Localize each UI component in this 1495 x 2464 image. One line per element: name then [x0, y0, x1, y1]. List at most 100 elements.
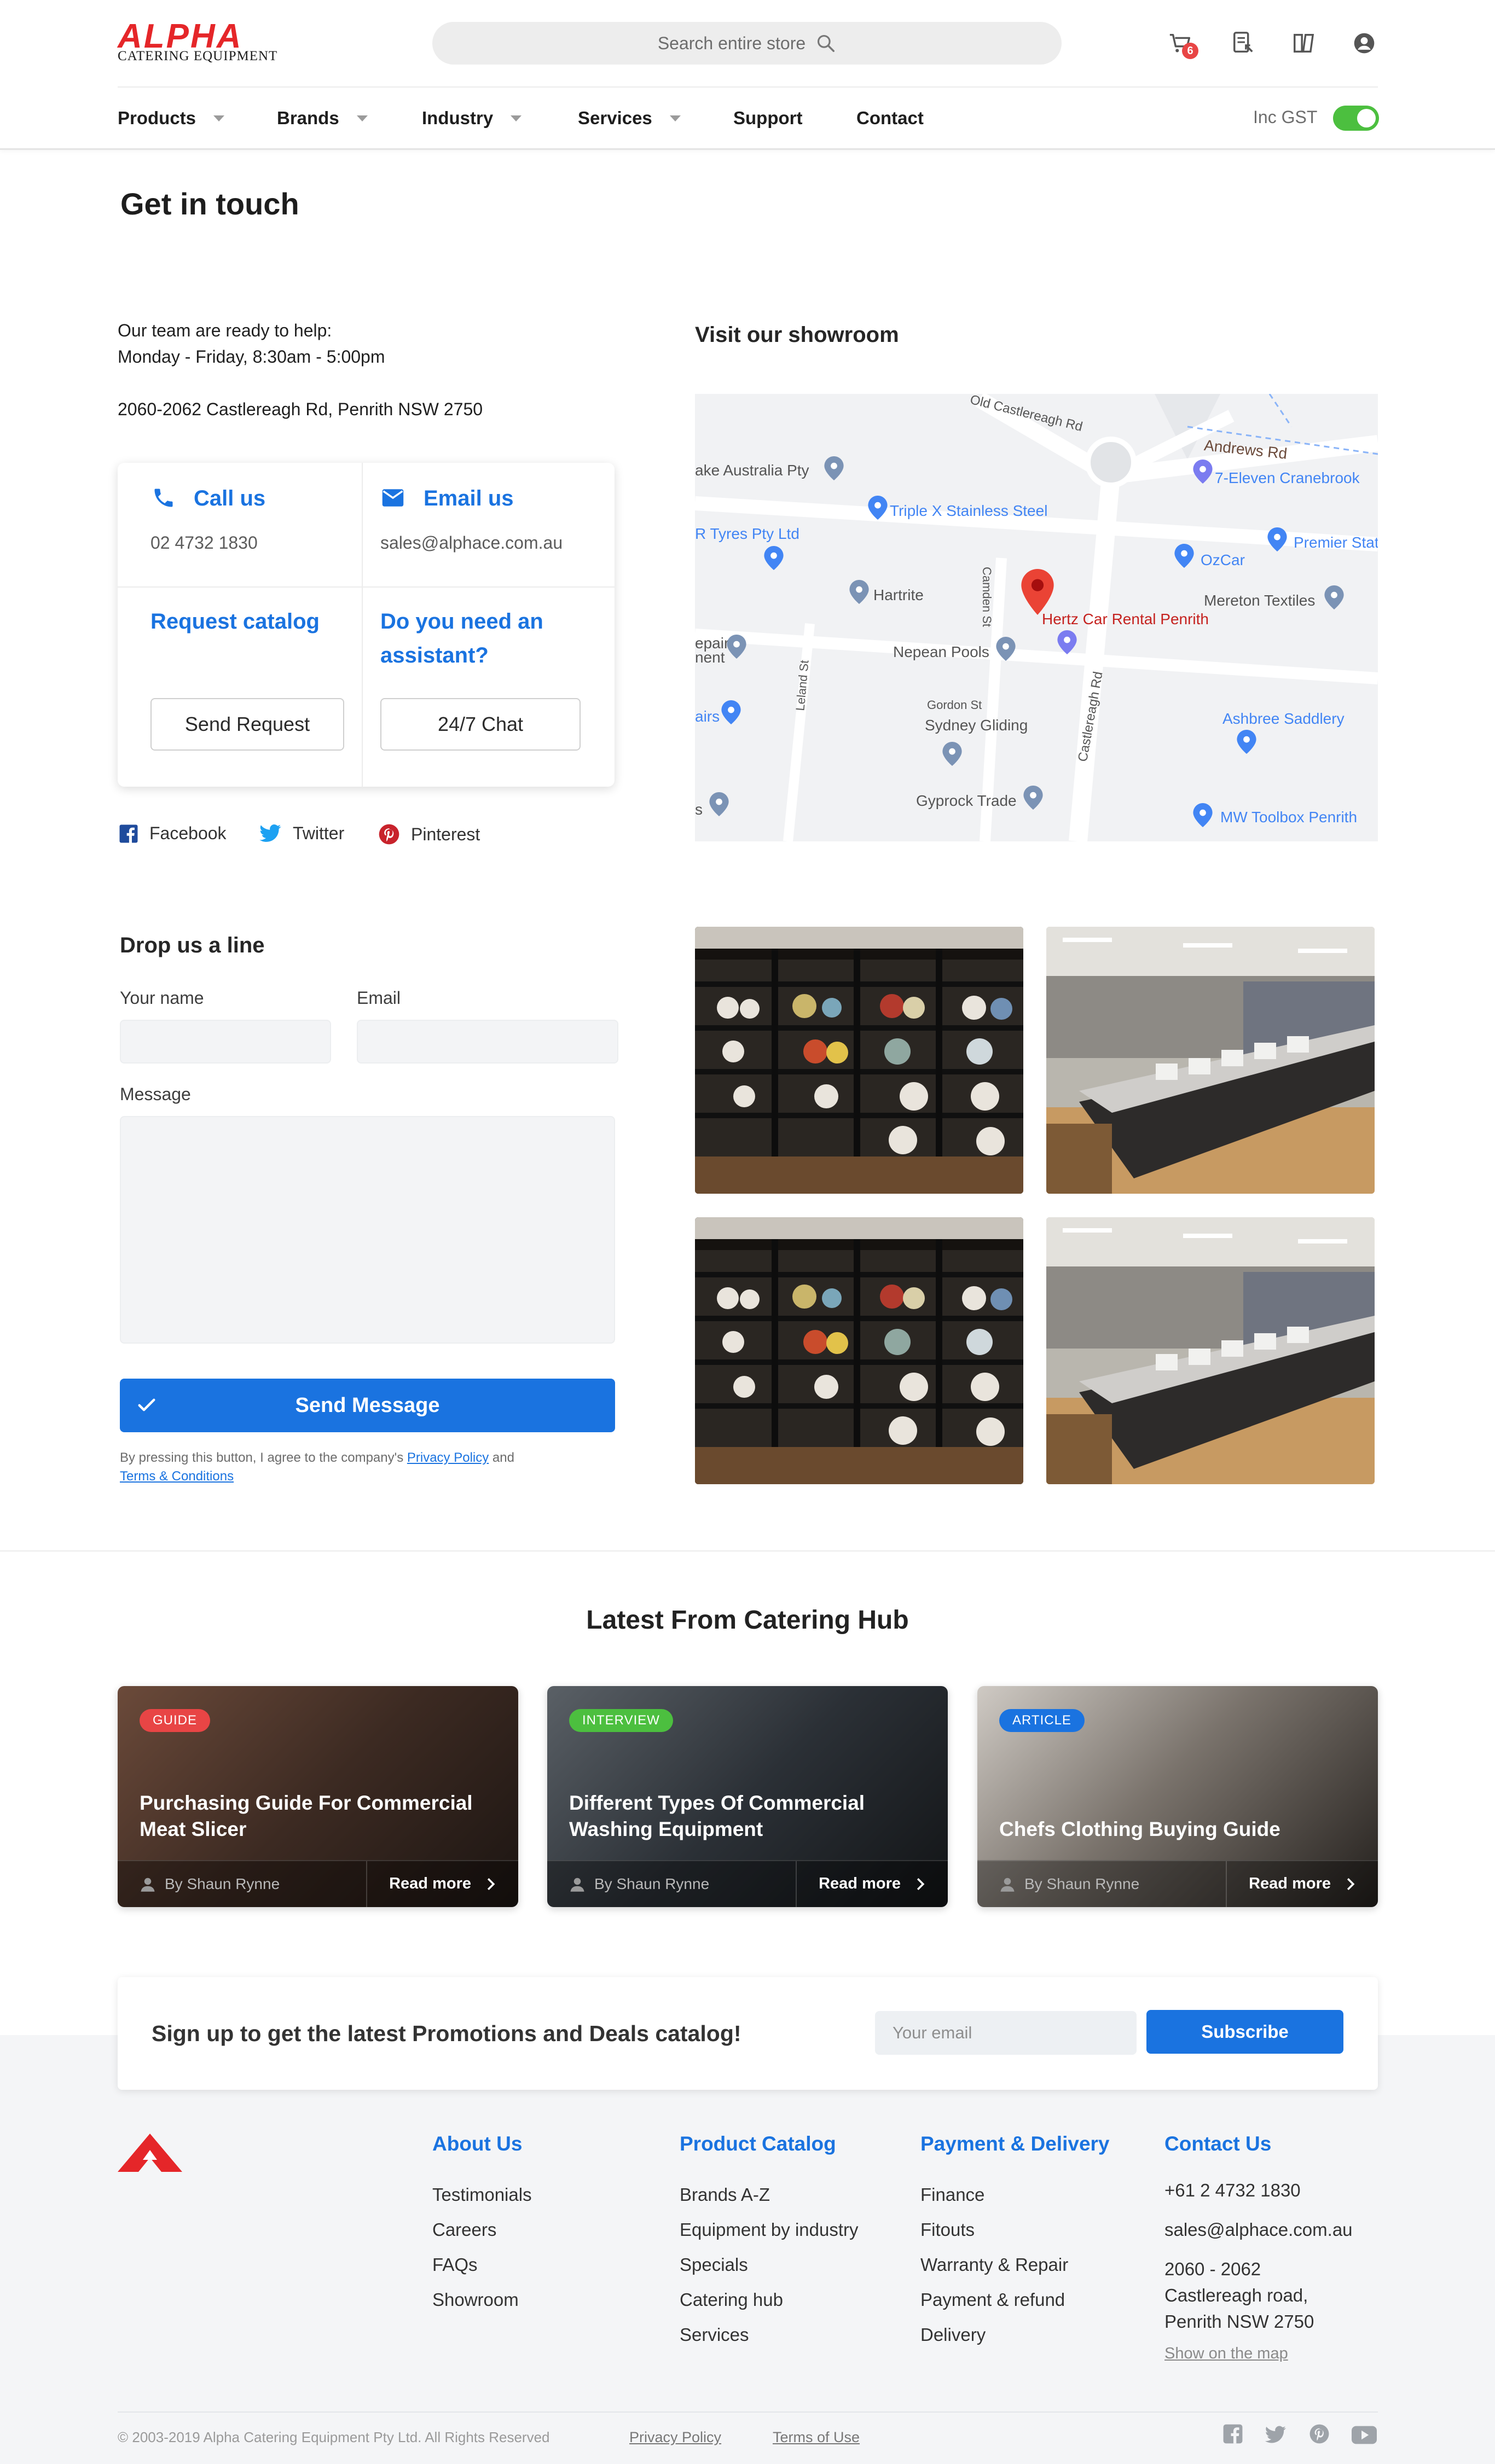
footer-link-equipment[interactable]: Equipment by industry	[680, 2212, 859, 2247]
email-address[interactable]: sales@alphace.com.au	[380, 533, 563, 553]
nav-products[interactable]: Products	[118, 107, 225, 129]
twitter-icon[interactable]	[1264, 2426, 1287, 2444]
footer-privacy-link[interactable]: Privacy Policy	[629, 2429, 721, 2446]
youtube-icon[interactable]	[1352, 2426, 1377, 2444]
nav-services[interactable]: Services	[578, 107, 681, 129]
footer-link-payment-refund[interactable]: Payment & refund	[920, 2282, 1068, 2317]
pinterest-icon[interactable]	[1309, 2424, 1330, 2444]
facebook-icon	[119, 824, 138, 842]
footer-contact-title: Contact Us	[1164, 2132, 1272, 2155]
footer-terms-link[interactable]: Terms of Use	[773, 2429, 860, 2446]
nav-brands[interactable]: Brands	[277, 107, 368, 129]
footer-link-faqs[interactable]: FAQs	[432, 2247, 532, 2282]
footer-link-delivery[interactable]: Delivery	[920, 2317, 1068, 2352]
message-textarea[interactable]	[120, 1116, 615, 1344]
terms-link[interactable]: Terms & Conditions	[120, 1469, 234, 1484]
twitter-label: Twitter	[293, 823, 345, 843]
alpha-logo-icon[interactable]	[118, 2134, 182, 2172]
send-message-button[interactable]: Send Message	[120, 1379, 615, 1432]
nav-support[interactable]: Support	[733, 107, 802, 129]
footer-link-services[interactable]: Services	[680, 2317, 859, 2352]
legal-prefix: By pressing this button, I agree to the …	[120, 1450, 407, 1465]
shelves-image	[695, 1217, 1023, 1484]
chevron-down-icon	[511, 115, 522, 121]
call-us-title: Call us	[194, 486, 266, 510]
social-facebook[interactable]: Facebook	[119, 823, 227, 844]
showroom-photo-floor-2[interactable]	[1046, 1217, 1375, 1484]
footer-link-fitouts[interactable]: Fitouts	[920, 2212, 1068, 2247]
map-label-s: s	[695, 801, 703, 818]
footer-payment-links: Finance Fitouts Warranty & Repair Paymen…	[920, 2177, 1068, 2352]
social-twitter[interactable]: Twitter	[259, 823, 344, 844]
phone-number[interactable]: 02 4732 1830	[150, 533, 258, 553]
user-icon	[141, 1878, 155, 1892]
footer-link-careers[interactable]: Careers	[432, 2212, 532, 2247]
logo-subtitle[interactable]: CATERING EQUIPMENT	[118, 49, 277, 63]
nav-industry-label: Industry	[422, 108, 494, 128]
read-more-link[interactable]: Read more	[389, 1875, 496, 1893]
post-card-meat-slicer[interactable]: GUIDE Purchasing Guide For Commercial Me…	[118, 1686, 518, 1907]
footer-separator	[796, 1861, 797, 1907]
footer-link-brands[interactable]: Brands A-Z	[680, 2177, 859, 2212]
map-label-ashbree: Ashbree Saddlery	[1222, 710, 1345, 727]
facebook-label: Facebook	[149, 823, 227, 843]
map-label-sydney-gliding: Sydney Gliding	[925, 717, 1028, 734]
showroom-photo-floor[interactable]	[1046, 927, 1375, 1194]
shelves-image	[695, 927, 1023, 1194]
compare-icon[interactable]	[1289, 28, 1319, 58]
subscribe-button[interactable]: Subscribe	[1146, 2010, 1343, 2054]
footer-phone[interactable]: +61 2 4732 1830	[1164, 2177, 1353, 2217]
chevron-down-icon	[669, 115, 681, 121]
send-request-button[interactable]: Send Request	[150, 698, 344, 751]
footer-link-finance[interactable]: Finance	[920, 2177, 1068, 2212]
map-label-7eleven: 7-Eleven Cranebrook	[1215, 469, 1360, 486]
showroom-map[interactable]: Old Castlereagh Rd Andrews Rd 7-Eleven C…	[695, 394, 1378, 841]
footer-link-catering-hub[interactable]: Catering hub	[680, 2282, 859, 2317]
map-pin-icon[interactable]	[1021, 569, 1054, 615]
social-pinterest[interactable]: Pinterest	[378, 823, 480, 845]
post-badge: GUIDE	[140, 1709, 211, 1732]
privacy-policy-link[interactable]: Privacy Policy	[407, 1450, 489, 1465]
showroom-title: Visit our showroom	[695, 323, 899, 347]
chat-button[interactable]: 24/7 Chat	[380, 698, 581, 751]
footer-payment-title: Payment & Delivery	[920, 2132, 1110, 2155]
read-more-link[interactable]: Read more	[1249, 1875, 1356, 1893]
footer-link-testimonials[interactable]: Testimonials	[432, 2177, 532, 2212]
show-on-map-link[interactable]: Show on the map	[1164, 2345, 1288, 2362]
map-label-nepean-pools: Nepean Pools	[893, 643, 989, 660]
footer-address-line2: Castlereagh road,	[1164, 2285, 1308, 2305]
map-label-tyres: R Tyres Pty Ltd	[695, 525, 799, 542]
poi-marker-icon	[727, 635, 746, 659]
read-more-label: Read more	[819, 1875, 901, 1892]
gst-toggle[interactable]	[1333, 106, 1379, 131]
quote-list-icon[interactable]	[1229, 28, 1259, 58]
footer-link-showroom[interactable]: Showroom	[432, 2282, 532, 2317]
showroom-photo-shelves[interactable]	[695, 927, 1023, 1194]
cart-count-badge: 6	[1182, 43, 1198, 59]
email-input[interactable]	[357, 1020, 618, 1064]
nav-industry[interactable]: Industry	[422, 107, 522, 129]
newsletter-email-input[interactable]: Your email	[875, 2011, 1137, 2055]
post-card-chefs-clothing[interactable]: ARTICLE Chefs Clothing Buying Guide By S…	[977, 1686, 1378, 1907]
footer-link-specials[interactable]: Specials	[680, 2247, 859, 2282]
read-more-link[interactable]: Read more	[819, 1875, 926, 1893]
nav-contact[interactable]: Contact	[856, 107, 924, 129]
post-title: Different Types Of Commercial Washing Eq…	[569, 1792, 865, 1840]
poi-marker-icon	[996, 637, 1016, 661]
send-message-label: Send Message	[295, 1393, 440, 1417]
account-icon[interactable]	[1349, 28, 1379, 58]
footer-link-warranty[interactable]: Warranty & Repair	[920, 2247, 1068, 2282]
search-bar[interactable]: Search entire store	[432, 22, 1062, 65]
post-card-washing-equipment[interactable]: INTERVIEW Different Types Of Commercial …	[547, 1686, 948, 1907]
newsletter-placeholder: Your email	[893, 2023, 972, 2042]
help-hours: Monday - Friday, 8:30am - 5:00pm	[118, 347, 385, 367]
footer-email[interactable]: sales@alphace.com.au	[1164, 2217, 1353, 2256]
facebook-icon[interactable]	[1222, 2424, 1243, 2444]
name-input[interactable]	[120, 1020, 331, 1064]
poi-marker-icon	[1267, 527, 1287, 551]
post-author: By Shaun Rynne	[569, 1875, 709, 1893]
help-line-1: Our team are ready to help:	[118, 321, 332, 340]
poi-marker-icon	[709, 792, 729, 816]
showroom-photo-shelves-2[interactable]	[695, 1217, 1023, 1484]
site-header: ALPHA CATERING EQUIPMENT Search entire s…	[0, 0, 1495, 150]
